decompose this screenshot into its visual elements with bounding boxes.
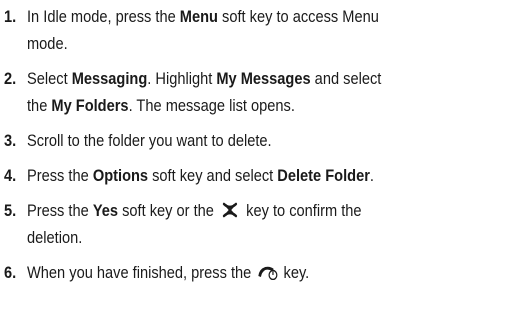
step-line: Scroll to the folder you want to delete. [27,131,272,150]
options-label: Options [92,166,149,185]
step-number: 6. [4,263,17,282]
step-text: In Idle mode, press the Menu soft key to… [27,3,504,57]
step-line: the My Folders. The message list opens. [27,96,295,115]
step-line: In Idle mode, press the Menu soft key to… [27,7,379,26]
step-number: 2. [4,69,17,88]
delete-folder-label: Delete Folder [277,166,370,185]
step-number: 3. [4,131,17,150]
step-line: When you have finished, press the key. [27,263,310,282]
step-line: mode. [27,34,68,53]
messaging-label: Messaging [71,69,148,88]
step-text: When you have finished, press the key. [27,259,504,286]
step-line: deletion. [27,228,83,247]
step-line: Press the Yes soft key or the key to con… [27,201,362,220]
ok-key-icon [221,202,238,218]
step-number: 5. [4,201,17,220]
instruction-steps: 1. In Idle mode, press the Menu soft key… [0,0,527,321]
my-folders-label: My Folders [51,96,129,115]
step-text: Select Messaging. Highlight My Messages … [27,65,504,119]
end-key-icon [256,264,278,280]
step-line: Press the Options soft key and select De… [27,166,374,185]
step-number: 1. [4,7,17,26]
step-line: Select Messaging. Highlight My Messages … [27,69,382,88]
step-text: Scroll to the folder you want to delete. [27,127,504,154]
menu-key-label: Menu [179,7,218,26]
step-text: Press the Yes soft key or the key to con… [27,197,504,251]
my-messages-label: My Messages [216,69,311,88]
yes-label: Yes [92,201,119,220]
step-number: 4. [4,166,17,185]
step-text: Press the Options soft key and select De… [27,162,504,189]
